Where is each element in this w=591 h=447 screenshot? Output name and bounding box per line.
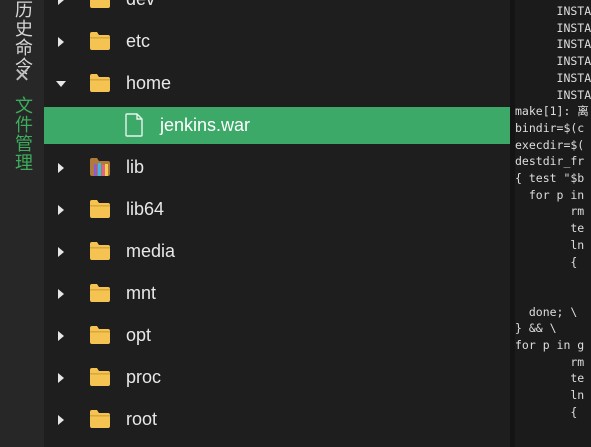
side-tab-rail: 历史命令 ✕ 文件管理	[0, 0, 45, 447]
tree-item-label: dev	[126, 0, 155, 18]
folder-icon	[89, 0, 111, 9]
chevron-right-icon[interactable]	[58, 163, 64, 173]
chevron-right-icon[interactable]	[58, 0, 64, 5]
tree-item-label: lib	[126, 157, 145, 177]
tree-item-label: lib64	[126, 199, 165, 219]
tree-item-label: etc	[126, 31, 151, 51]
folder-icon	[89, 73, 111, 93]
terminal-line: } && \	[515, 321, 557, 336]
tree-item-label: media	[126, 241, 176, 261]
tree-item-label: root	[126, 409, 158, 429]
tree-item-label: mnt	[126, 283, 157, 303]
file-icon	[124, 113, 144, 137]
terminal-line: ln	[515, 237, 585, 252]
folder-icon	[89, 283, 111, 303]
chevron-right-icon[interactable]	[58, 247, 64, 257]
terminal-line: INSTAL	[515, 70, 591, 85]
terminal-line: {	[515, 254, 578, 269]
folder-icon	[89, 409, 111, 429]
terminal-line: make[1]: 离	[515, 104, 589, 119]
terminal-line: { test "$b	[515, 171, 585, 185]
terminal-line: INSTAL	[515, 54, 591, 69]
folder-row[interactable]: media	[44, 233, 510, 270]
terminal-line: INSTAL	[515, 37, 591, 52]
tree-item-label: home	[126, 73, 172, 93]
archive-folder-icon	[89, 157, 111, 177]
tree-item-label: opt	[126, 325, 152, 345]
terminal-line: ln	[515, 388, 585, 403]
chevron-right-icon[interactable]	[58, 37, 64, 47]
chevron-right-icon[interactable]	[58, 415, 64, 425]
file-tree: dev etc home jenkins.war lib lib64 media mnt opt…	[44, 0, 510, 447]
folder-row[interactable]: lib64	[44, 191, 510, 228]
folder-icon	[89, 199, 111, 219]
terminal-line: INSTAL	[515, 4, 591, 18]
terminal-line: bindir=$(c	[515, 120, 585, 135]
close-icon[interactable]: ✕	[13, 65, 31, 85]
terminal-line: for p in	[515, 187, 585, 202]
file-row[interactable]: jenkins.war	[44, 107, 510, 144]
terminal-line: {	[515, 404, 578, 419]
terminal-line: execdir=$(	[515, 137, 585, 152]
terminal-line: done; \	[515, 304, 578, 319]
folder-row[interactable]: root	[44, 401, 510, 438]
terminal-line: INSTAL	[515, 20, 591, 35]
terminal-line: destdir_fr	[515, 154, 585, 169]
terminal-line: for p in g	[515, 338, 585, 352]
chevron-right-icon[interactable]	[58, 205, 64, 215]
chevron-right-icon[interactable]	[58, 373, 64, 383]
chevron-down-icon[interactable]	[56, 81, 66, 87]
chevron-right-icon[interactable]	[58, 331, 64, 341]
folder-row[interactable]: mnt	[44, 275, 510, 312]
tree-item-label: proc	[126, 367, 162, 387]
terminal-panel[interactable]: INSTAL INSTAL INSTAL INSTAL INSTAL INSTA…	[515, 0, 591, 447]
terminal-line: rm	[515, 204, 585, 219]
folder-icon	[89, 241, 111, 261]
folder-row[interactable]: etc	[44, 23, 510, 60]
folder-row[interactable]: dev	[44, 0, 510, 18]
terminal-line: rm	[515, 354, 585, 369]
folder-row[interactable]: proc	[44, 359, 510, 396]
folder-row[interactable]: lib	[44, 149, 510, 186]
tree-item-label: jenkins.war	[160, 115, 251, 135]
folder-row[interactable]: opt	[44, 317, 510, 354]
tab-file-manager[interactable]: 文件管理	[11, 96, 33, 172]
folder-row[interactable]: home	[44, 65, 510, 102]
folder-icon	[89, 367, 111, 387]
folder-icon	[89, 31, 111, 51]
terminal-line: te	[515, 221, 585, 236]
terminal-line: INSTAL	[515, 87, 591, 102]
terminal-line: te	[515, 371, 585, 386]
folder-icon	[89, 325, 111, 345]
chevron-right-icon[interactable]	[58, 289, 64, 299]
